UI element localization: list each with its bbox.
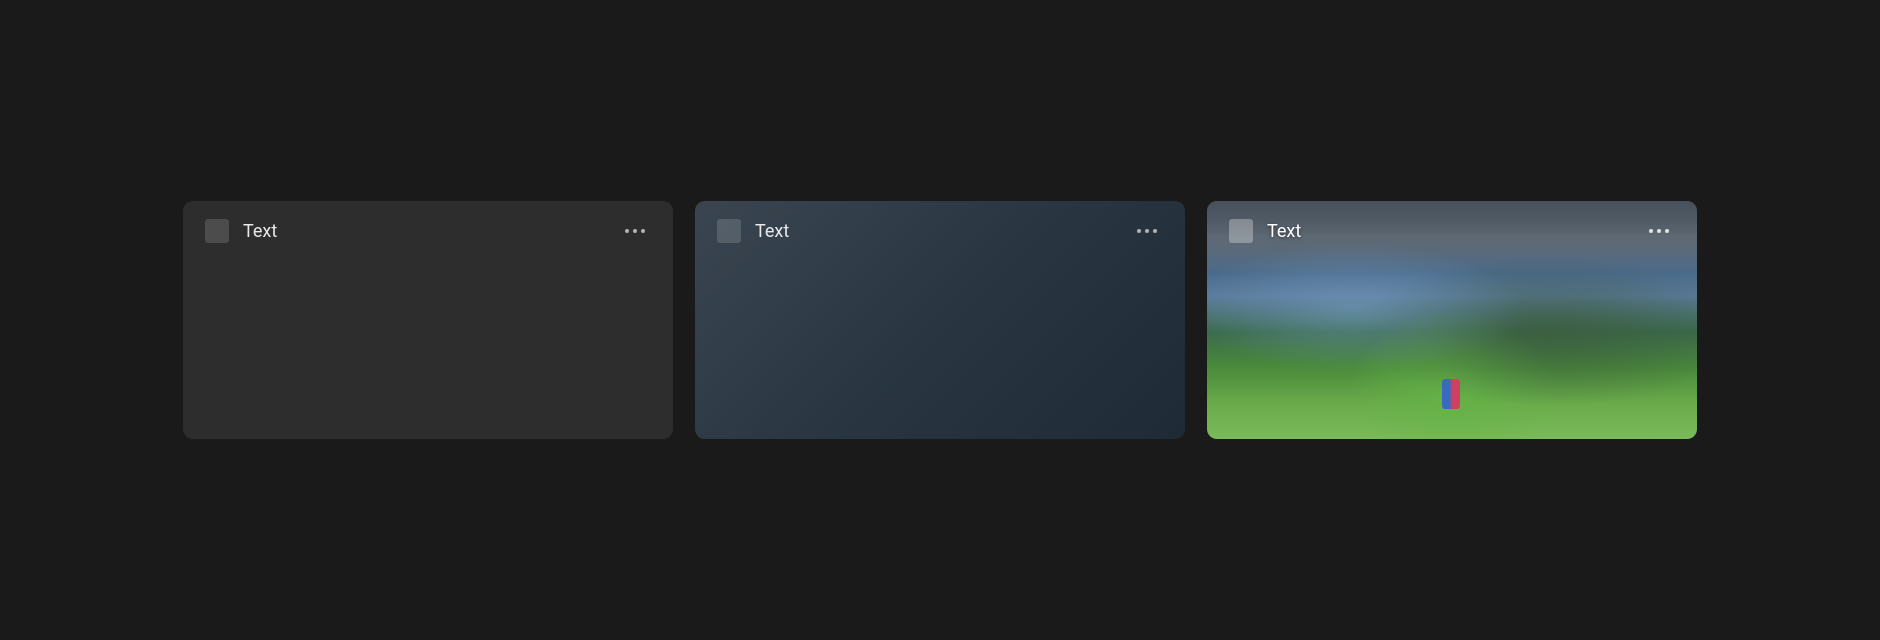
more-icon: [1649, 229, 1653, 233]
more-icon: [625, 229, 629, 233]
card-header: Text: [695, 201, 1185, 261]
card-header: Text: [183, 201, 673, 261]
more-icon: [1657, 229, 1661, 233]
more-icon: [633, 229, 637, 233]
card-gradient[interactable]: Text: [695, 201, 1185, 439]
more-icon: [641, 229, 645, 233]
card-title: Text: [1267, 221, 1643, 242]
card-title: Text: [755, 221, 1131, 242]
placeholder-icon: [717, 219, 741, 243]
card-header: Text: [1207, 201, 1697, 261]
card-image[interactable]: Text: [1207, 201, 1697, 439]
card-plain[interactable]: Text: [183, 201, 673, 439]
more-options-button[interactable]: [1643, 223, 1675, 239]
placeholder-icon: [205, 219, 229, 243]
more-icon: [1137, 229, 1141, 233]
more-options-button[interactable]: [619, 223, 651, 239]
card-title: Text: [243, 221, 619, 242]
placeholder-icon: [1229, 219, 1253, 243]
more-icon: [1153, 229, 1157, 233]
more-icon: [1145, 229, 1149, 233]
more-options-button[interactable]: [1131, 223, 1163, 239]
card-container: Text Text Text: [143, 201, 1737, 439]
more-icon: [1665, 229, 1669, 233]
